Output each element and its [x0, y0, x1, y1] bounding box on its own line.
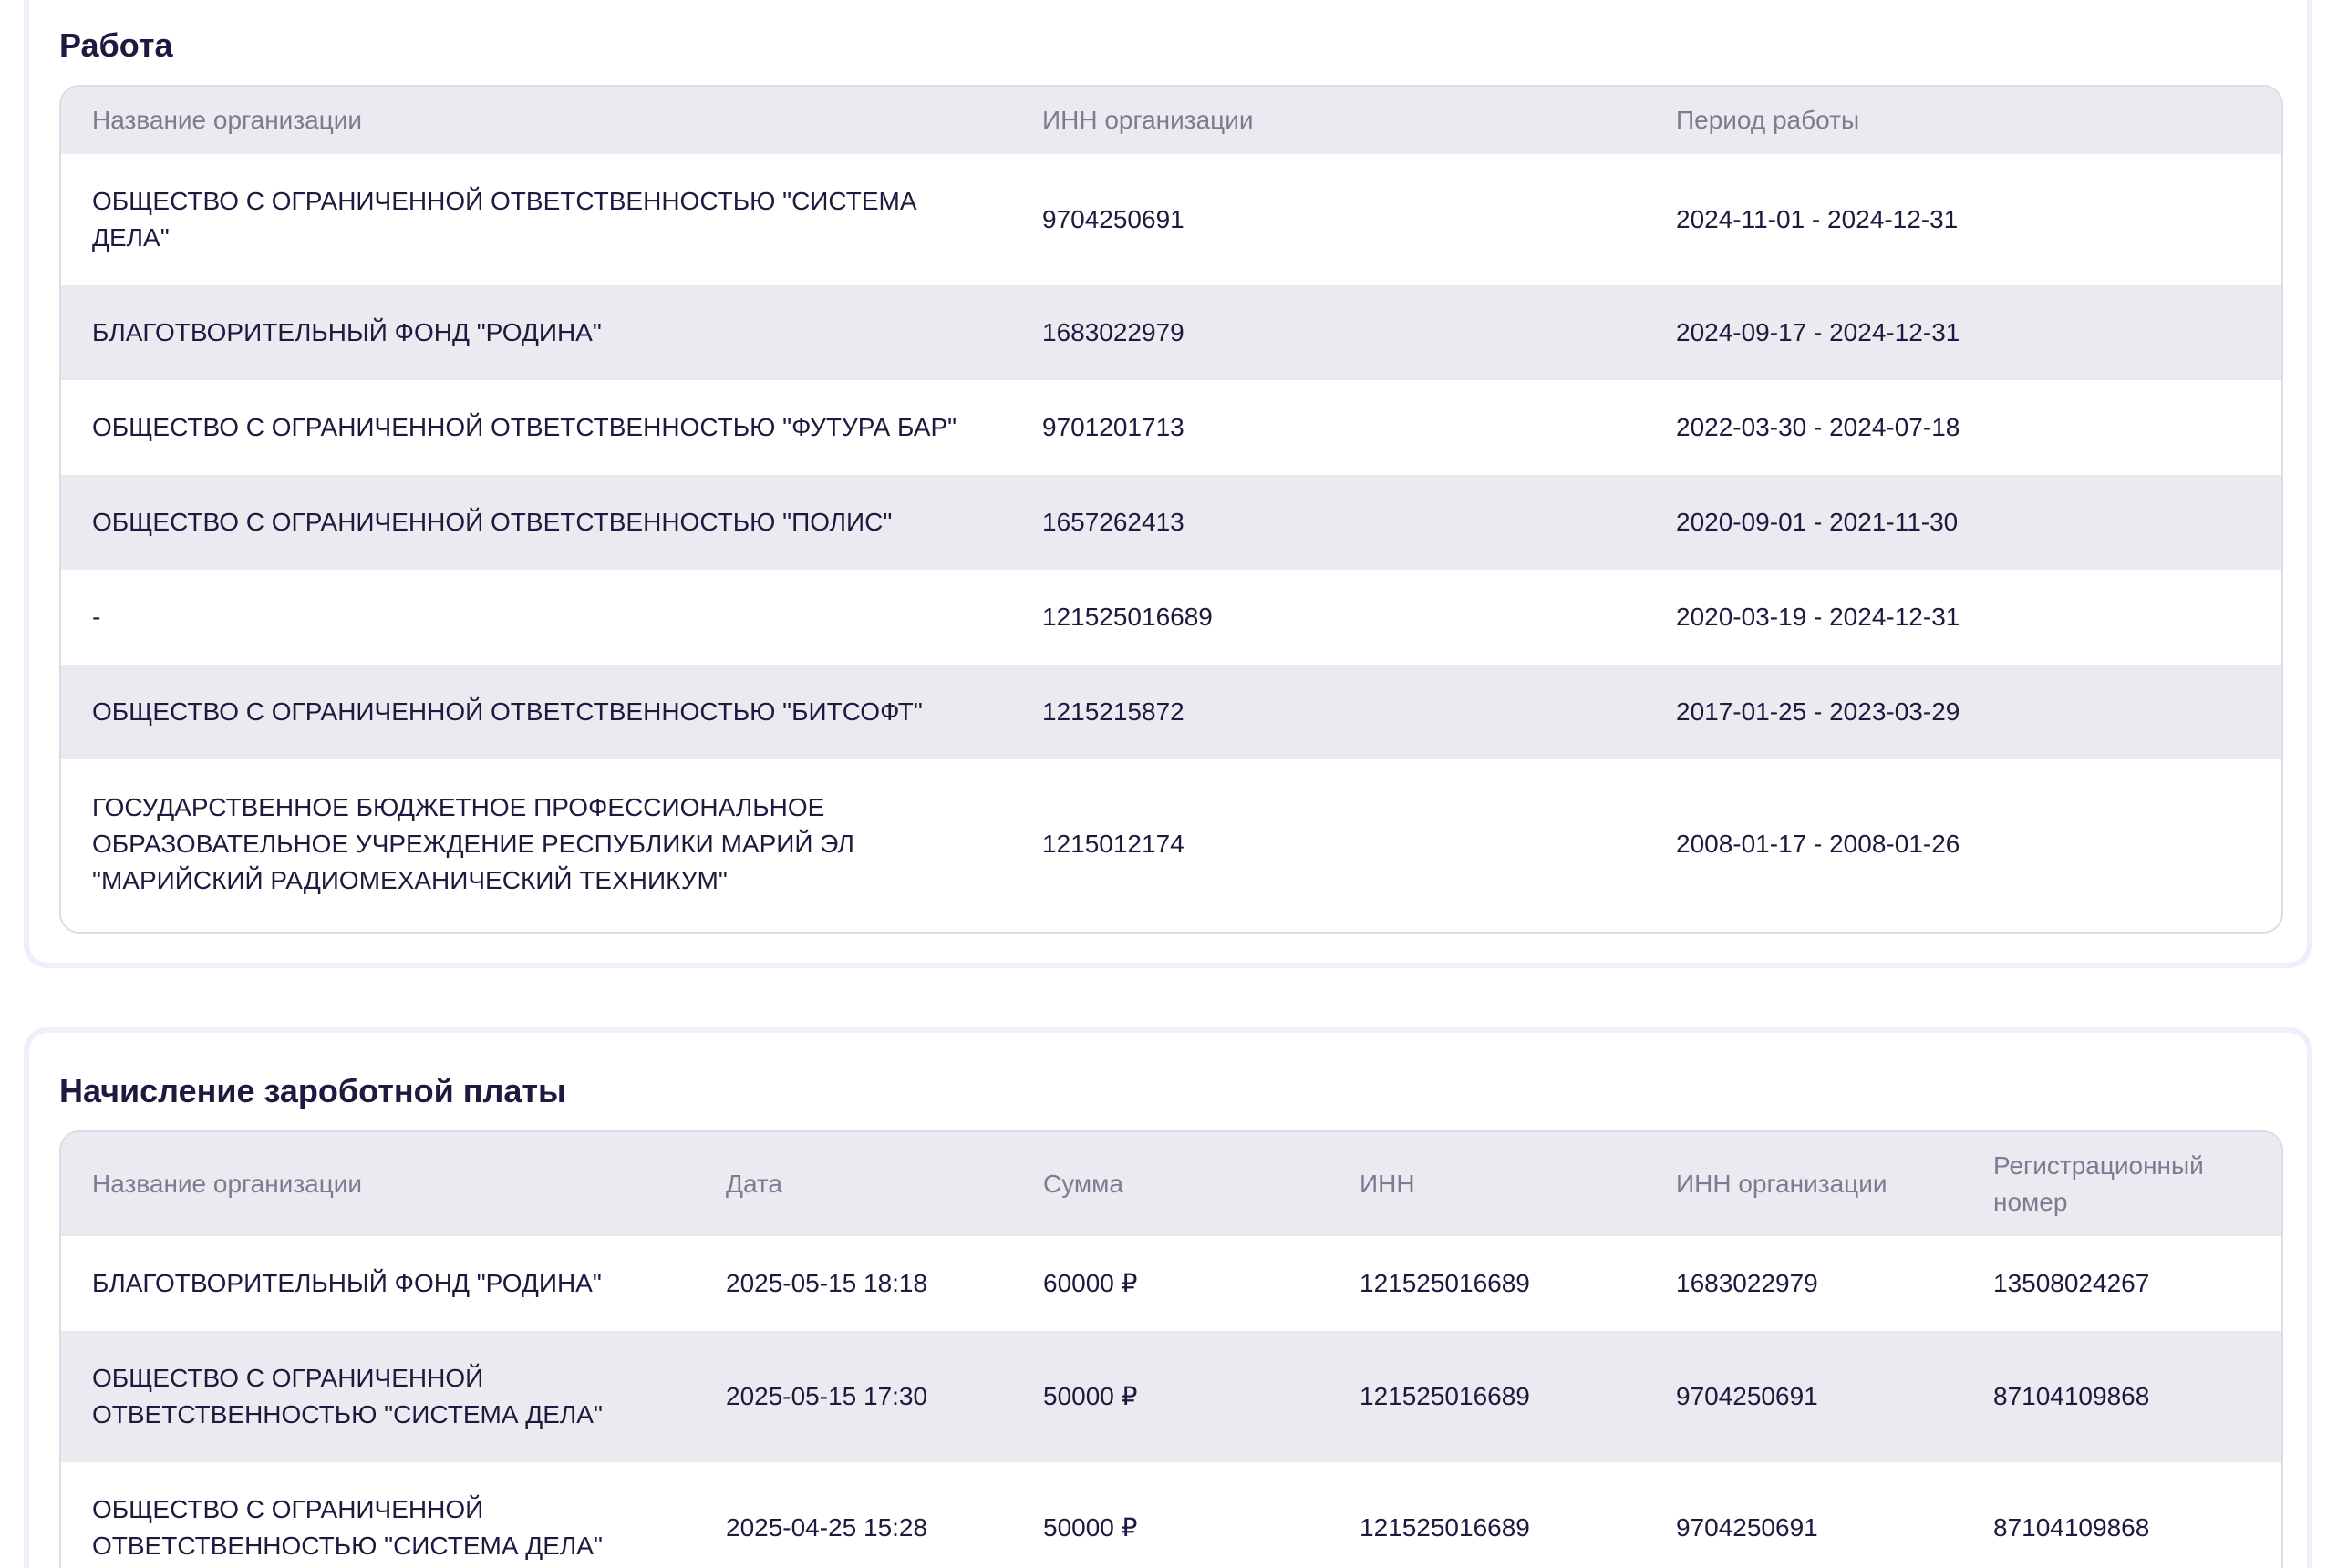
salary-col-reg-number: Регистрационный номер [1962, 1132, 2281, 1236]
salary-col-org-name: Название организации [61, 1132, 695, 1236]
work-org-name: - [61, 570, 1011, 665]
salary-col-org-inn: ИНН организации [1645, 1132, 1962, 1236]
work-org-name: ГОСУДАРСТВЕННОЕ БЮДЖЕТНОЕ ПРОФЕССИОНАЛЬН… [61, 759, 1011, 929]
salary-org-name: ОБЩЕСТВО С ОГРАНИЧЕННОЙ ОТВЕТСТВЕННОСТЬЮ… [61, 1331, 695, 1462]
work-table-row: ОБЩЕСТВО С ОГРАНИЧЕННОЙ ОТВЕТСТВЕННОСТЬЮ… [61, 475, 2281, 570]
work-section-title: Работа [59, 26, 173, 64]
work-table-container: Название организации ИНН организации Пер… [59, 85, 2283, 934]
salary-date: 2025-05-15 17:30 [695, 1331, 1012, 1462]
salary-table-container: Название организации Дата Сумма ИНН ИНН … [59, 1130, 2283, 1568]
salary-section-title: Начисление зароботной платы [59, 1072, 566, 1109]
salary-amount: 50000 ₽ [1012, 1462, 1329, 1568]
work-org-name: ОБЩЕСТВО С ОГРАНИЧЕННОЙ ОТВЕТСТВЕННОСТЬЮ… [61, 665, 1011, 759]
salary-table: Название организации Дата Сумма ИНН ИНН … [61, 1132, 2281, 1568]
work-org-inn: 9704250691 [1011, 154, 1645, 285]
salary-reg-number: 13508024267 [1962, 1236, 2281, 1331]
salary-date: 2025-04-25 15:28 [695, 1462, 1012, 1568]
salary-table-row: ОБЩЕСТВО С ОГРАНИЧЕННОЙ ОТВЕТСТВЕННОСТЬЮ… [61, 1331, 2281, 1462]
salary-reg-number: 87104109868 [1962, 1462, 2281, 1568]
salary-org-inn: 1683022979 [1645, 1236, 1962, 1331]
work-col-org-inn: ИНН организации [1011, 87, 1645, 154]
work-org-name: ОБЩЕСТВО С ОГРАНИЧЕННОЙ ОТВЕТСТВЕННОСТЬЮ… [61, 475, 1011, 570]
work-org-inn: 121525016689 [1011, 570, 1645, 665]
work-period: 2024-09-17 - 2024-12-31 [1645, 285, 2281, 380]
work-org-inn: 1657262413 [1011, 475, 1645, 570]
work-period: 2017-01-25 - 2023-03-29 [1645, 665, 2281, 759]
work-org-name: ОБЩЕСТВО С ОГРАНИЧЕННОЙ ОТВЕТСТВЕННОСТЬЮ… [61, 154, 1011, 285]
work-period: 2022-03-30 - 2024-07-18 [1645, 380, 2281, 475]
work-org-name: БЛАГОТВОРИТЕЛЬНЫЙ ФОНД "РОДИНА" [61, 285, 1011, 380]
salary-inn: 121525016689 [1329, 1331, 1645, 1462]
work-org-inn: 1215215872 [1011, 665, 1645, 759]
work-org-name: ОБЩЕСТВО С ОГРАНИЧЕННОЙ ОТВЕТСТВЕННОСТЬЮ… [61, 380, 1011, 475]
work-table-row: ОБЩЕСТВО С ОГРАНИЧЕННОЙ ОТВЕТСТВЕННОСТЬЮ… [61, 665, 2281, 759]
salary-date: 2025-05-15 18:18 [695, 1236, 1012, 1331]
work-org-inn: 1683022979 [1011, 285, 1645, 380]
salary-inn: 121525016689 [1329, 1462, 1645, 1568]
salary-col-date: Дата [695, 1132, 1012, 1236]
salary-org-name: БЛАГОТВОРИТЕЛЬНЫЙ ФОНД "РОДИНА" [61, 1236, 695, 1331]
work-table-row: ОБЩЕСТВО С ОГРАНИЧЕННОЙ ОТВЕТСТВЕННОСТЬЮ… [61, 154, 2281, 285]
salary-amount: 60000 ₽ [1012, 1236, 1329, 1331]
salary-col-inn: ИНН [1329, 1132, 1645, 1236]
work-period: 2020-03-19 - 2024-12-31 [1645, 570, 2281, 665]
work-table-header: Название организации ИНН организации Пер… [61, 87, 2281, 154]
work-period: 2024-11-01 - 2024-12-31 [1645, 154, 2281, 285]
work-table-row: ГОСУДАРСТВЕННОЕ БЮДЖЕТНОЕ ПРОФЕССИОНАЛЬН… [61, 759, 2281, 929]
work-table: Название организации ИНН организации Пер… [61, 87, 2281, 929]
salary-org-name: ОБЩЕСТВО С ОГРАНИЧЕННОЙ ОТВЕТСТВЕННОСТЬЮ… [61, 1462, 695, 1568]
work-table-row: - 121525016689 2020-03-19 - 2024-12-31 [61, 570, 2281, 665]
work-org-inn: 9701201713 [1011, 380, 1645, 475]
work-period: 2020-09-01 - 2021-11-30 [1645, 475, 2281, 570]
salary-amount: 50000 ₽ [1012, 1331, 1329, 1462]
work-col-org-name: Название организации [61, 87, 1011, 154]
page: Работа Название организации ИНН организа… [0, 0, 2327, 1568]
salary-table-header: Название организации Дата Сумма ИНН ИНН … [61, 1132, 2281, 1236]
salary-col-amount: Сумма [1012, 1132, 1329, 1236]
work-col-period: Период работы [1645, 87, 2281, 154]
salary-table-row: ОБЩЕСТВО С ОГРАНИЧЕННОЙ ОТВЕТСТВЕННОСТЬЮ… [61, 1462, 2281, 1568]
salary-table-row: БЛАГОТВОРИТЕЛЬНЫЙ ФОНД "РОДИНА" 2025-05-… [61, 1236, 2281, 1331]
salary-org-inn: 9704250691 [1645, 1462, 1962, 1568]
salary-inn: 121525016689 [1329, 1236, 1645, 1331]
salary-org-inn: 9704250691 [1645, 1331, 1962, 1462]
work-org-inn: 1215012174 [1011, 759, 1645, 929]
work-table-row: БЛАГОТВОРИТЕЛЬНЫЙ ФОНД "РОДИНА" 16830229… [61, 285, 2281, 380]
salary-reg-number: 87104109868 [1962, 1331, 2281, 1462]
work-table-row: ОБЩЕСТВО С ОГРАНИЧЕННОЙ ОТВЕТСТВЕННОСТЬЮ… [61, 380, 2281, 475]
work-period: 2008-01-17 - 2008-01-26 [1645, 759, 2281, 929]
